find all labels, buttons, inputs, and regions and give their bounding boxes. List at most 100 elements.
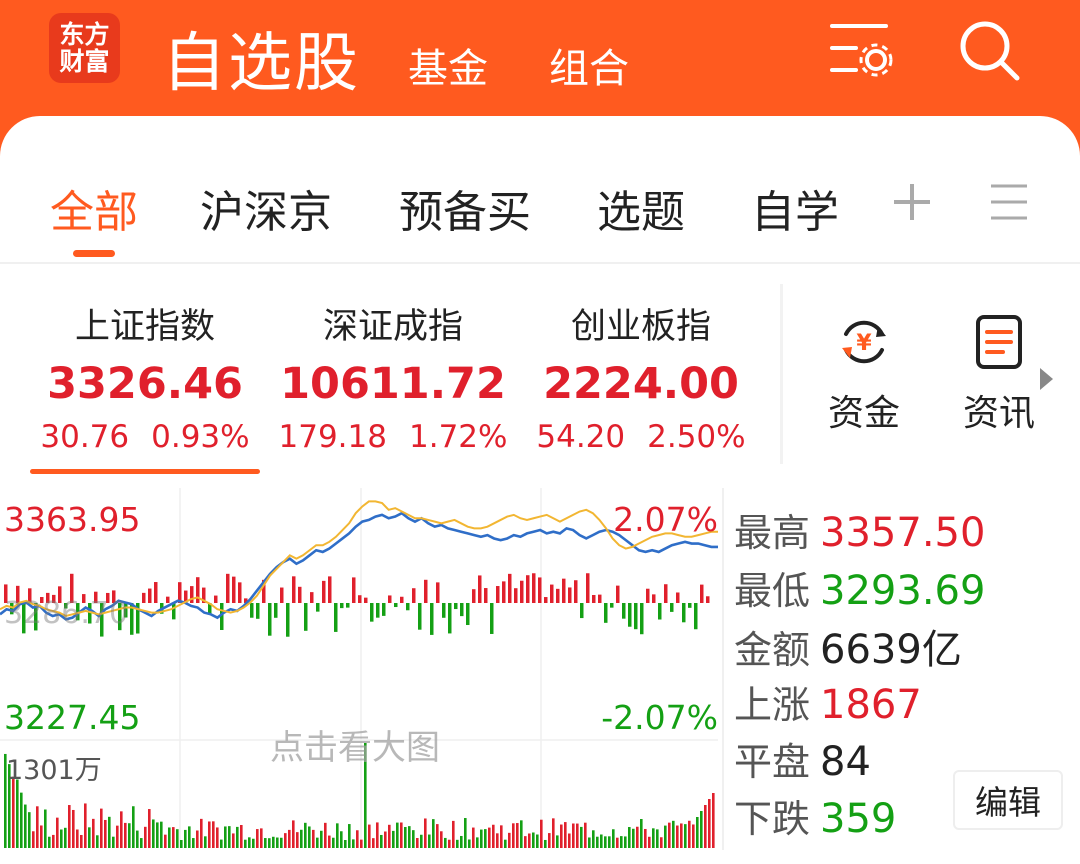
flow-bar <box>250 603 254 618</box>
index-change: 30.76 0.93% <box>40 419 250 455</box>
flow-bar <box>544 597 548 603</box>
volume-bar <box>52 834 55 848</box>
menu-icon[interactable] <box>986 180 1032 224</box>
quick-link-label: 资讯 <box>962 393 1035 434</box>
volume-bar <box>624 836 627 848</box>
volume-bar <box>180 839 183 848</box>
flow-bar <box>268 603 272 636</box>
flow-bar <box>328 576 332 603</box>
quick-link-news[interactable]: 资讯 <box>954 312 1044 436</box>
volume-bar <box>128 823 131 848</box>
volume-bar <box>560 824 563 848</box>
volume-bar <box>268 838 271 848</box>
stat-falling: 下跌 359 <box>734 796 897 842</box>
flow-bar <box>340 603 344 609</box>
flow-bar <box>142 592 146 603</box>
index-card-shenzhen[interactable]: 深证成指 10611.72 179.18 1.72% <box>268 298 518 455</box>
volume-bar <box>172 827 175 848</box>
volume-bar <box>204 836 207 848</box>
index-value: 2224.00 <box>543 359 739 409</box>
flow-bar <box>556 588 560 603</box>
page-title[interactable]: 自选股 <box>162 12 360 104</box>
volume-bar <box>668 822 671 848</box>
volume-bar <box>388 824 391 848</box>
stat-low: 最低 3293.69 <box>734 568 986 614</box>
volume-bar <box>588 837 591 848</box>
flow-bar <box>634 603 638 630</box>
tab-all[interactable]: 全部 <box>50 176 138 240</box>
tab-hushenjing[interactable]: 沪深京 <box>200 176 332 240</box>
volume-bar <box>60 829 63 848</box>
flow-bar <box>502 581 506 603</box>
volume-bar <box>176 829 179 848</box>
active-tab-indicator <box>73 250 115 257</box>
volume-bar <box>620 836 623 848</box>
flow-bar <box>280 587 284 603</box>
volume-bar <box>68 805 71 848</box>
flow-bar <box>274 603 278 618</box>
volume-bar <box>12 776 15 848</box>
flow-bar <box>646 588 650 603</box>
index-separator <box>780 284 783 464</box>
chart-bottom-price: 3227.45 <box>4 698 141 737</box>
index-value: 10611.72 <box>280 359 506 409</box>
volume-bar <box>312 829 315 848</box>
volume-bar <box>284 833 287 848</box>
volume-bar <box>320 830 323 848</box>
search-icon[interactable] <box>955 18 1023 82</box>
volume-bar <box>608 836 611 848</box>
flow-bar <box>550 584 554 603</box>
volume-bar <box>568 833 571 848</box>
volume-bar <box>656 829 659 848</box>
flow-bar <box>640 603 644 635</box>
volume-bar <box>280 837 283 848</box>
intraday-chart[interactable]: 3363.95 2.07% 3286.70 3227.45 -2.07% 点击看… <box>0 488 722 848</box>
app-logo[interactable]: 东方 财富 <box>49 13 120 83</box>
flow-bar <box>406 603 410 611</box>
volume-bar <box>648 836 651 848</box>
flow-bar <box>370 603 374 622</box>
flow-bar <box>586 573 590 603</box>
volume-bar <box>532 832 535 848</box>
volume-bar <box>232 833 235 848</box>
volume-bar <box>436 824 439 848</box>
volume-bar <box>304 822 307 848</box>
tab-divider <box>0 262 1080 264</box>
tab-yubeimai[interactable]: 预备买 <box>399 176 531 240</box>
index-card-chinext[interactable]: 创业板指 2224.00 54.20 2.50% <box>516 298 766 455</box>
volume-bar <box>324 822 327 848</box>
volume-bar <box>556 835 559 848</box>
index-name: 上证指数 <box>74 307 215 347</box>
flow-bar <box>526 575 530 603</box>
flow-bar <box>508 573 512 603</box>
volume-bar <box>412 830 415 848</box>
volume-bar <box>100 808 103 848</box>
tab-fund[interactable]: 基金 <box>408 36 488 94</box>
volume-bar <box>184 829 187 848</box>
flow-bar <box>658 603 662 620</box>
volume-bar <box>272 836 275 848</box>
stat-flat: 平盘 84 <box>734 739 871 785</box>
volume-bar <box>476 837 479 848</box>
edit-button[interactable]: 编辑 <box>953 770 1063 830</box>
settings-list-icon[interactable] <box>826 18 894 82</box>
volume-bar <box>208 821 211 848</box>
flow-bar <box>172 603 176 620</box>
volume-bar <box>508 832 511 848</box>
logo-line1: 东方 <box>59 20 110 49</box>
flow-bar <box>388 595 392 603</box>
volume-bar <box>448 839 451 848</box>
volume-bar <box>456 839 459 848</box>
tab-portfolio[interactable]: 组合 <box>549 36 629 94</box>
quick-link-funds[interactable]: ¥ 资金 <box>819 312 909 436</box>
index-card-shanghai[interactable]: 上证指数 3326.46 30.76 0.93% <box>20 298 270 455</box>
volume-bar <box>316 837 319 848</box>
volume-bar <box>212 821 215 848</box>
plus-icon[interactable] <box>889 180 935 224</box>
volume-bar <box>40 825 43 848</box>
tab-xuanti[interactable]: 选题 <box>597 176 685 240</box>
volume-bar <box>236 826 239 848</box>
flow-bar <box>484 588 488 603</box>
more-arrow-icon[interactable] <box>1040 368 1053 390</box>
tab-zixue[interactable]: 自学 <box>751 176 839 240</box>
